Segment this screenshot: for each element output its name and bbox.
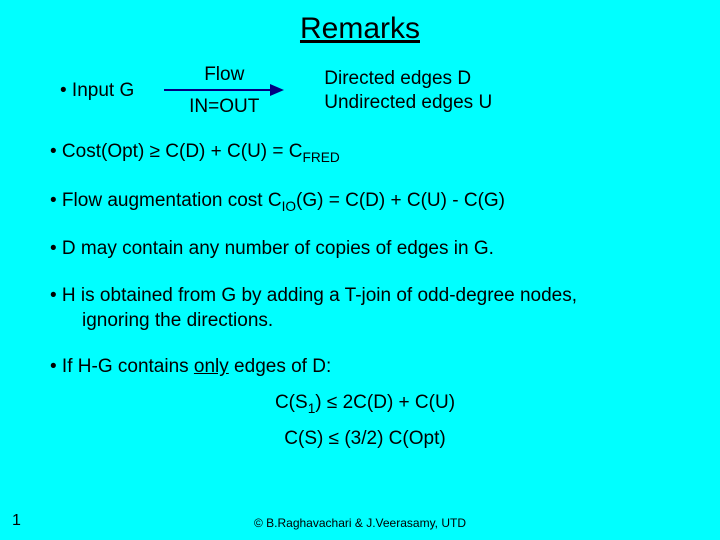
- inout-label: IN=OUT: [189, 96, 259, 118]
- slide-title: Remarks: [0, 0, 720, 46]
- input-g-label: • Input G: [60, 80, 134, 102]
- bullet-cost-opt: • Cost(Opt) ≥ C(D) + C(U) = CFRED: [50, 140, 680, 167]
- bullet-flow-aug: • Flow augmentation cost CIO(G) = C(D) +…: [50, 189, 680, 216]
- bullet-hg-only: • If H-G contains only edges of D:: [50, 355, 680, 380]
- bullet-d-copies: • D may contain any number of copies of …: [50, 237, 680, 262]
- flow-arrow-box: Flow IN=OUT: [164, 64, 284, 118]
- footer-copyright: © B.Raghavachari & J.Veerasamy, UTD: [0, 516, 720, 530]
- undirected-edges-text: Undirected edges U: [324, 91, 492, 115]
- directed-edges-text: Directed edges D: [324, 67, 492, 91]
- arrow-icon: [164, 88, 284, 92]
- bullet-list: • Cost(Opt) ≥ C(D) + C(U) = CFRED • Flow…: [0, 140, 720, 450]
- edges-block: Directed edges D Undirected edges U: [324, 67, 492, 115]
- flow-label: Flow: [204, 64, 244, 86]
- equation-cs: C(S) ≤ (3/2) C(Opt): [50, 428, 680, 450]
- equation-cs1: C(S1) ≤ 2C(D) + C(U): [50, 392, 680, 416]
- diagram-row: • Input G Flow IN=OUT Directed edges D U…: [0, 64, 720, 118]
- bullet-h-obtained: • H is obtained from G by adding a T-joi…: [50, 284, 680, 333]
